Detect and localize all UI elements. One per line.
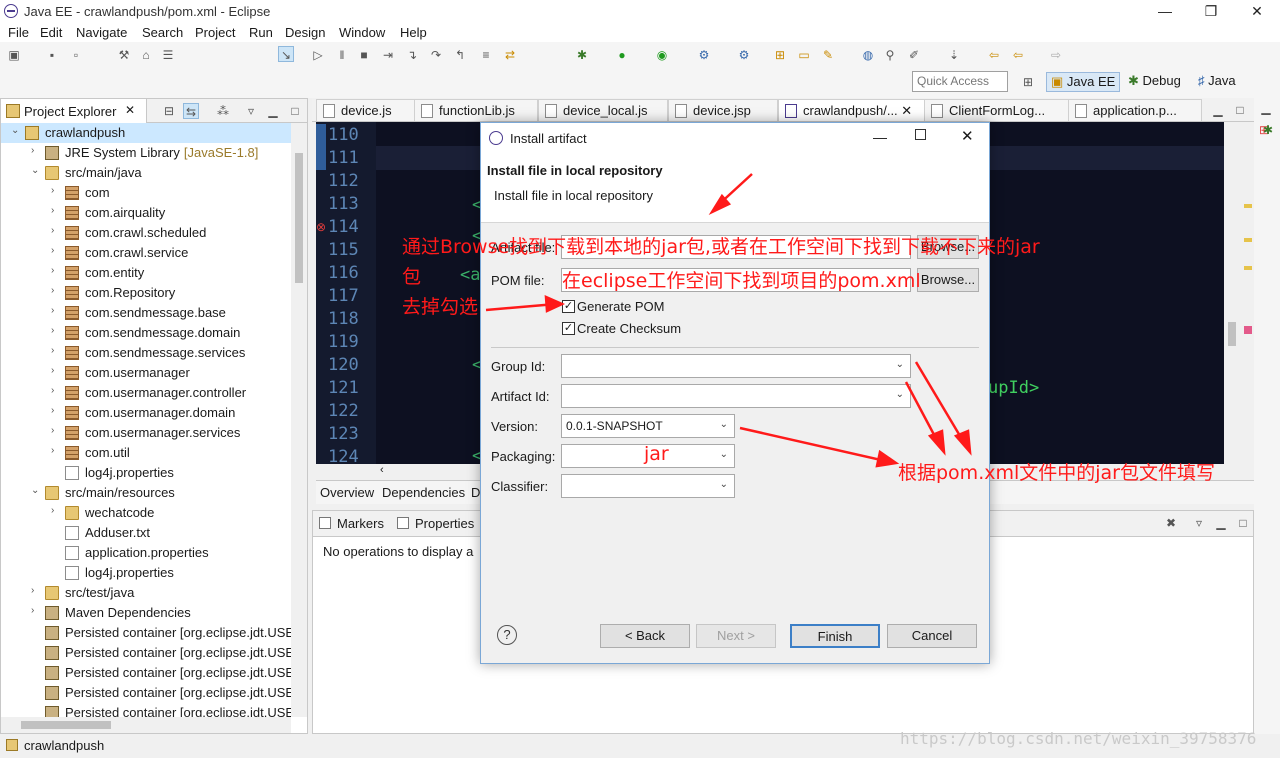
arrow-head [875, 449, 900, 468]
annotation-uncheck: 去掉勾选 [402, 296, 479, 318]
annotation-fill: 根据pom.xml文件中的jar包文件填写 [898, 462, 1215, 484]
annotation-arrows [485, 173, 972, 468]
watermark: https://blog.csdn.net/weixin_39758376 [900, 729, 1257, 748]
annotation-browse-line2: 包 [402, 266, 422, 288]
arrow-version [739, 426, 891, 464]
arrow-head [544, 295, 566, 313]
annotation-packaging: jar [644, 443, 669, 465]
annotation-pom: 在eclipse工作空间下找到项目的pom.xml [562, 270, 921, 292]
arrow-head [953, 429, 972, 456]
arrow-head [927, 429, 946, 456]
annotation-browse-line1: 通过Browse找到下载到本地的jar包,或者在工作空间下找到下载不下来的jar [402, 236, 1040, 258]
